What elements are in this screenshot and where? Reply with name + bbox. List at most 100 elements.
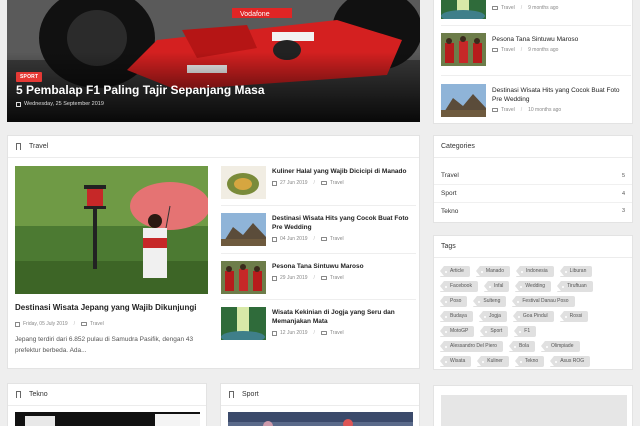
tag[interactable]: Asus ROG xyxy=(550,356,591,367)
category-item[interactable]: Sport 4 xyxy=(434,185,632,203)
tag[interactable]: Olimpiade xyxy=(540,341,580,352)
bookmark-icon xyxy=(229,391,234,400)
divider xyxy=(221,299,416,300)
list-item[interactable]: Pesona Tana Sintuwu Maroso 29 Jun 2019 /… xyxy=(221,261,416,295)
article-thumbnail[interactable] xyxy=(221,307,266,340)
main-article-category[interactable]: Travel xyxy=(90,321,104,327)
tag[interactable]: Festival Danau Poso xyxy=(512,296,575,307)
categories-widget: Categories Travel 5 Sport 4 Tekno 3 xyxy=(433,135,633,223)
article-thumbnail[interactable] xyxy=(441,0,486,19)
category-name[interactable]: Tekno xyxy=(441,208,458,215)
tag[interactable]: Poso xyxy=(440,296,468,307)
tekno-heading[interactable]: Tekno xyxy=(29,391,48,398)
tag[interactable]: Tiruftuan xyxy=(557,281,593,292)
article-thumbnail[interactable] xyxy=(441,84,486,117)
main-article-excerpt-line2: prefektur berbeda. Ada... xyxy=(15,347,87,354)
sport-article-image[interactable] xyxy=(228,412,413,426)
article-category[interactable]: Travel xyxy=(330,180,344,186)
category-name[interactable]: Travel xyxy=(441,172,459,179)
article-title-line1[interactable]: Wisata Kekinian di Jogja yang Seru dan xyxy=(272,308,417,317)
main-article-date: Friday, 05 July 2019 xyxy=(23,321,68,327)
folder-icon xyxy=(320,181,327,185)
list-item[interactable]: Kuliner Halal yang Wajib Dicicipi di Man… xyxy=(221,166,416,200)
travel-header: Travel xyxy=(8,136,419,158)
article-title-line1[interactable]: Destinasi Wisata Hits yang Cocok Buat Fo… xyxy=(492,86,630,95)
article-category[interactable]: Travel xyxy=(501,5,515,11)
list-item[interactable]: Destinasi Wisata Hits yang Cocok Buat Fo… xyxy=(221,213,416,247)
calendar-icon xyxy=(272,330,277,336)
article-thumbnail[interactable] xyxy=(441,33,486,66)
article-title[interactable]: Pesona Tana Sintuwu Maroso xyxy=(272,262,417,271)
article-date: 27 Jun 2019 xyxy=(280,180,308,186)
tag[interactable]: Jogja xyxy=(478,311,507,322)
tekno-header: Tekno xyxy=(8,384,206,406)
tag[interactable]: Alessandro Del Piero xyxy=(440,341,503,352)
tag[interactable]: F1 xyxy=(514,326,537,337)
sport-heading[interactable]: Sport xyxy=(242,391,259,398)
tags-header: Tags xyxy=(434,236,632,258)
sport-header: Sport xyxy=(221,384,419,406)
tag[interactable]: Kuliner xyxy=(477,356,509,367)
tag[interactable]: Infal xyxy=(483,281,510,292)
list-item[interactable]: Travel / 9 months ago xyxy=(441,0,631,20)
article-title-line2[interactable]: Memanjakan Mata xyxy=(272,317,417,326)
hero-date-text: Wednesday, 25 September 2019 xyxy=(24,101,104,107)
tag[interactable]: Rossi xyxy=(559,311,589,322)
tag[interactable]: Manado xyxy=(475,266,510,277)
calendar-icon xyxy=(16,101,21,107)
calendar-icon xyxy=(15,321,20,327)
article-category[interactable]: Travel xyxy=(330,236,344,242)
article-meta: 04 Jun 2019 / Travel xyxy=(272,236,344,242)
article-category[interactable]: Travel xyxy=(330,330,344,336)
travel-section: Travel Destinasi Wisata Jepang yang Waji… xyxy=(7,135,420,369)
travel-heading[interactable]: Travel xyxy=(29,143,48,150)
tag[interactable]: Budaya xyxy=(440,311,473,322)
article-title-line2[interactable]: Pre Wedding xyxy=(272,223,417,232)
article-category[interactable]: Travel xyxy=(501,47,515,53)
category-count: 3 xyxy=(621,208,625,214)
tag[interactable]: Sulteng xyxy=(473,296,507,307)
article-category[interactable]: Travel xyxy=(330,275,344,281)
category-item[interactable]: Travel 5 xyxy=(434,167,632,185)
tags-heading: Tags xyxy=(441,243,456,250)
article-title-line1[interactable]: Destinasi Wisata Hits yang Cocok Buat Fo… xyxy=(272,214,417,223)
tekno-article-image[interactable] xyxy=(15,412,200,426)
tag[interactable]: Wedding xyxy=(515,281,552,292)
article-title[interactable]: Destinasi Wisata Hits yang Cocok Buat Fo… xyxy=(492,86,630,104)
hero-date: Wednesday, 25 September 2019 xyxy=(16,101,104,107)
article-category[interactable]: Travel xyxy=(501,107,515,113)
categories-header: Categories xyxy=(434,136,632,158)
tag[interactable]: Facebook xyxy=(440,281,478,292)
tag[interactable]: Indonesia xyxy=(515,266,554,277)
article-meta: Travel / 9 months ago xyxy=(492,47,558,53)
main-article-image[interactable] xyxy=(15,166,208,294)
category-badge[interactable]: SPORT xyxy=(16,72,43,82)
tag[interactable]: MotoGP xyxy=(440,326,475,337)
category-name[interactable]: Sport xyxy=(441,190,457,197)
folder-icon xyxy=(492,6,498,10)
article-title[interactable]: Pesona Tana Sintuwu Maroso xyxy=(492,35,630,44)
article-title[interactable]: Destinasi Wisata Hits yang Cocok Buat Fo… xyxy=(272,214,417,232)
article-title[interactable]: Kuliner Halal yang Wajib Dicicipi di Man… xyxy=(272,167,417,176)
tag[interactable]: Liburan xyxy=(559,266,593,277)
main-article-meta: Friday, 05 July 2019 / Travel xyxy=(15,321,104,327)
tag[interactable]: Bola xyxy=(508,341,535,352)
tag[interactable]: Tekno xyxy=(514,356,545,367)
article-thumbnail[interactable] xyxy=(221,261,266,294)
hero-title[interactable]: 5 Pembalap F1 Paling Tajir Sepanjang Mas… xyxy=(16,83,265,97)
tag[interactable]: Sport xyxy=(480,326,509,337)
hero-banner[interactable]: Vodafone SPORT 5 Pembalap F1 Paling Taji… xyxy=(7,0,420,122)
tag[interactable]: Goa Pindul xyxy=(512,311,554,322)
ad-placeholder[interactable] xyxy=(441,395,627,426)
list-item[interactable]: Wisata Kekinian di Jogja yang Seru dan M… xyxy=(221,307,416,341)
list-item[interactable]: Destinasi Wisata Hits yang Cocok Buat Fo… xyxy=(441,84,631,118)
category-item[interactable]: Tekno 3 xyxy=(434,202,632,220)
tag[interactable]: Article xyxy=(440,266,470,277)
article-thumbnail[interactable] xyxy=(221,166,266,199)
article-title-line2[interactable]: Pre Wedding xyxy=(492,95,630,104)
article-thumbnail[interactable] xyxy=(221,213,266,246)
article-title[interactable]: Wisata Kekinian di Jogja yang Seru dan M… xyxy=(272,308,417,326)
tag[interactable]: Wisata xyxy=(440,356,472,367)
list-item[interactable]: Pesona Tana Sintuwu Maroso Travel / 9 mo… xyxy=(441,33,631,67)
main-article-title[interactable]: Destinasi Wisata Jepang yang Wajib Dikun… xyxy=(15,303,196,312)
